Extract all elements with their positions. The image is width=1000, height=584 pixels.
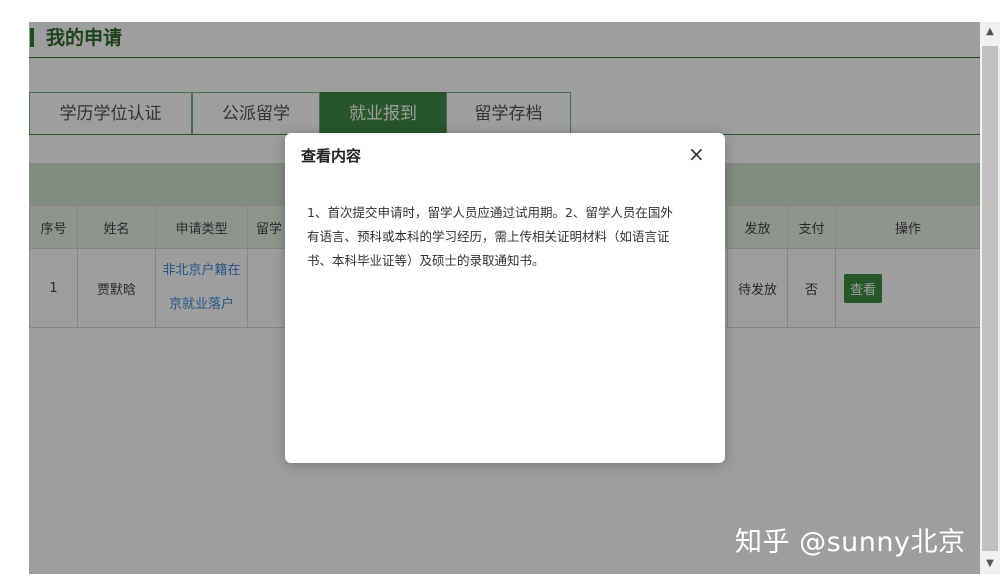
scroll-down-arrow-icon[interactable]: ▼ [980, 554, 1000, 574]
dialog-body-line: 1、首次提交申请时，留学人员应通过试用期。2、留学人员在国外 [307, 205, 673, 220]
dialog-body-line: 有语言、预科或本科的学习经历，需上传相关证明材料（如语言证 [307, 229, 670, 244]
dialog-body-line: 书、本科毕业证等）及硕士的录取通知书。 [307, 253, 545, 268]
vertical-scrollbar[interactable]: ▲ ▼ [980, 22, 1000, 574]
close-icon[interactable]: × [688, 142, 705, 166]
dialog-body: 1、首次提交申请时，留学人员应通过试用期。2、留学人员在国外 有语言、预科或本科… [307, 201, 707, 273]
watermark-text: 知乎 @sunny北京 [735, 527, 966, 558]
view-content-dialog: 查看内容 × 1、首次提交申请时，留学人员应通过试用期。2、留学人员在国外 有语… [285, 133, 725, 463]
dialog-title: 查看内容 [301, 147, 362, 165]
scroll-thumb[interactable] [982, 46, 998, 551]
scroll-up-arrow-icon[interactable]: ▲ [980, 22, 1000, 42]
page: 我的申请 学历学位认证 公派留学 就业报到 留学存档 序号 姓名 申请类型 留学… [0, 0, 1000, 584]
